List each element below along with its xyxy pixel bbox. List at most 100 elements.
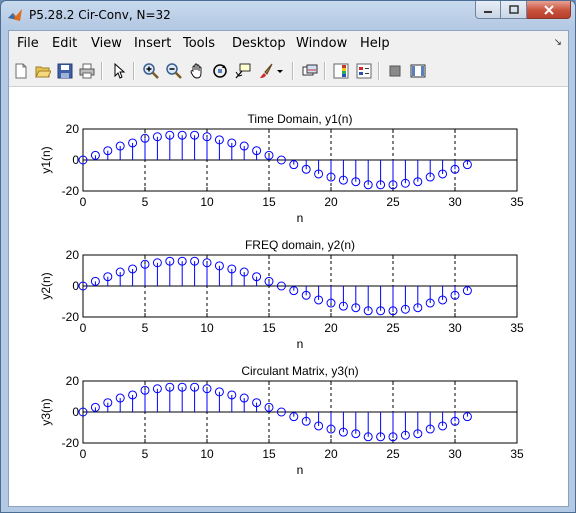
link-plot-icon (302, 64, 318, 76)
matlab-logo-icon (8, 9, 22, 21)
x-tick-label: 10 (200, 447, 214, 461)
minimize-icon (484, 10, 492, 13)
subplot-title: Time Domain, y1(n) (248, 112, 353, 126)
menu-file[interactable]: File (17, 36, 39, 51)
dock-figure-icon[interactable]: ↘ (554, 37, 562, 48)
menu-view[interactable]: View (91, 36, 122, 51)
hide-plot-tools-icon (389, 65, 401, 77)
subplot-title: Circulant Matrix, y3(n) (241, 364, 358, 378)
zoom-out-button[interactable] (164, 61, 184, 81)
link-plot-button[interactable] (300, 61, 320, 81)
subplot-2: 0 5 10 15 20 25 30 35200-20FREQ domain, y2(n)ny… (39, 238, 524, 351)
y-tick-label: 20 (66, 122, 80, 136)
x-tick-label: 30 (448, 447, 462, 461)
subplot-1: 0 5 10 15 20 25 30 35200-20Time Domain, y1(n)ny… (39, 112, 524, 225)
menu-insert[interactable]: Insert (134, 36, 171, 51)
x-tick-label: 35 (510, 447, 524, 461)
x-tick-label: 15 (262, 195, 276, 209)
x-tick-label: 30 (448, 321, 462, 335)
x-tick-label: 10 (200, 195, 214, 209)
toolbar-separator (292, 62, 294, 80)
y-axis-label: y3(n) (39, 398, 53, 425)
close-button[interactable] (527, 1, 571, 19)
colorbar-button[interactable] (331, 61, 351, 81)
y-tick-label: -20 (62, 436, 80, 450)
figure-window: P5.28.2 Cir-Conv, N=32 File Edit View In… (0, 0, 576, 513)
maximize-button[interactable] (501, 1, 527, 19)
colorbar-icon (333, 63, 349, 79)
menu-window[interactable]: Window (296, 36, 347, 51)
toolbar-separator (324, 62, 326, 80)
client-area: File Edit View Insert Tools Desktop Wind… (8, 30, 569, 507)
x-tick-label: 0 (80, 195, 87, 209)
title-bar[interactable]: P5.28.2 Cir-Conv, N=32 (1, 1, 575, 30)
menu-desktop[interactable]: Desktop (232, 36, 286, 51)
y-tick-label: -20 (62, 310, 80, 324)
menu-bar: File Edit View Insert Tools Desktop Wind… (9, 31, 568, 57)
hide-plot-tools-button[interactable] (385, 61, 405, 81)
brush-dropdown-button[interactable] (275, 61, 285, 81)
pan-button[interactable] (187, 61, 207, 81)
x-tick-label: 25 (386, 321, 400, 335)
x-tick-label: 20 (324, 321, 338, 335)
x-tick-label: 0 (80, 447, 87, 461)
y-tick-label: 0 (72, 279, 79, 293)
zoom-out-icon (166, 63, 182, 79)
menu-tools[interactable]: Tools (183, 36, 215, 51)
x-tick-label: 10 (200, 321, 214, 335)
subplot-3: 0 5 10 15 20 25 30 35200-20Circulant Matrix, y3… (39, 364, 524, 477)
rotate-3d-icon (213, 64, 227, 78)
menu-edit[interactable]: Edit (52, 36, 77, 51)
new-figure-button[interactable] (11, 61, 31, 81)
edit-plot-button[interactable] (109, 61, 129, 81)
zoom-in-button[interactable] (141, 61, 161, 81)
brush-icon (260, 63, 273, 78)
brush-dropdown-icon (277, 70, 283, 73)
y-axis-label: y1(n) (39, 146, 53, 173)
pan-icon (190, 63, 202, 79)
x-tick-label: 5 (142, 195, 149, 209)
x-tick-label: 20 (324, 447, 338, 461)
x-tick-label: 15 (262, 321, 276, 335)
show-plot-tools-button[interactable] (408, 61, 428, 81)
close-icon (543, 4, 554, 15)
data-cursor-icon (235, 63, 251, 79)
minimize-button[interactable] (475, 1, 501, 19)
y-tick-label: 20 (66, 248, 80, 262)
x-tick-label: 25 (386, 447, 400, 461)
x-tick-label: 0 (80, 321, 87, 335)
rotate-3d-button[interactable] (210, 61, 230, 81)
x-tick-label: 35 (510, 321, 524, 335)
x-tick-label: 25 (386, 195, 400, 209)
open-file-button[interactable] (33, 61, 53, 81)
toolbar-separator (101, 62, 103, 80)
toolbar-separator (378, 62, 380, 80)
zoom-in-icon (143, 63, 159, 79)
figure-canvas: 0 5 10 15 20 25 30 35 20 0 -20 Time Domain, y1(n) n y… (9, 87, 568, 506)
y-tick-label: 0 (72, 153, 79, 167)
toolbar-separator (133, 62, 135, 80)
y-tick-label: 0 (72, 405, 79, 419)
x-tick-label: 5 (142, 321, 149, 335)
x-axis-label: n (297, 211, 304, 225)
legend-button[interactable] (354, 61, 374, 81)
data-cursor-button[interactable] (233, 61, 253, 81)
x-axis-label: n (297, 463, 304, 477)
save-button[interactable] (55, 61, 75, 81)
open-file-icon (35, 66, 51, 78)
maximize-icon (508, 5, 519, 14)
print-button[interactable] (77, 61, 97, 81)
plot-area: 0 5 10 15 20 25 30 35200-20Time Domain, y1(n)ny… (39, 112, 524, 477)
y-tick-label: -20 (62, 184, 80, 198)
y-tick-label: 20 (66, 374, 80, 388)
x-tick-label: 5 (142, 447, 149, 461)
menu-help[interactable]: Help (360, 36, 390, 51)
show-plot-tools-icon (410, 64, 426, 78)
edit-plot-icon (114, 63, 126, 79)
x-tick-label: 20 (324, 195, 338, 209)
x-tick-label: 30 (448, 195, 462, 209)
brush-button[interactable] (256, 61, 276, 81)
window-title: P5.28.2 Cir-Conv, N=32 (29, 8, 171, 22)
print-icon (79, 63, 95, 79)
x-axis-label: n (297, 337, 304, 351)
